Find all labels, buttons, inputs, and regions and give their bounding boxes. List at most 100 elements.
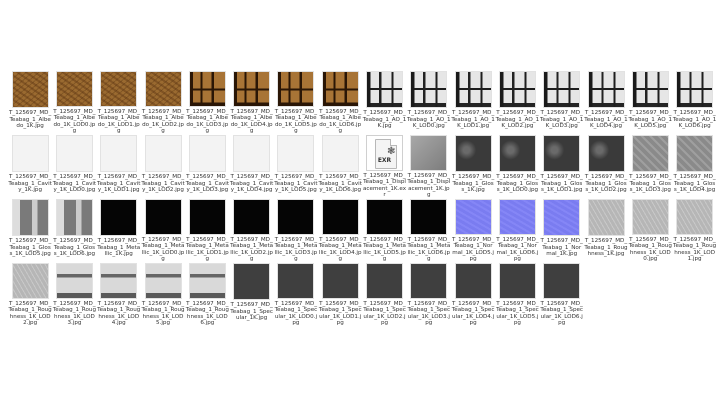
file-thumbnail[interactable]	[144, 135, 182, 172]
file-thumbnail[interactable]	[55, 71, 93, 107]
file-thumbnail[interactable]	[366, 71, 404, 108]
file-item[interactable]: T_125697_MD_Teabag_1_Roughness_1K_LOD2.j…	[8, 263, 52, 327]
file-item[interactable]: T_125697_MD_Teabag_1_Albedo_1K_LOD2.jpg	[141, 71, 185, 135]
file-item[interactable]: ❃ EXR T_125697_MD_Teabag_1_Displacement_1K…	[362, 135, 406, 199]
file-item[interactable]: T_125697_MD_Teabag_1_Specular_1K_LOD4.jp…	[451, 263, 495, 327]
file-thumbnail[interactable]	[11, 71, 49, 108]
file-item[interactable]: T_125697_MD_Teabag_1_Roughness_1K_LOD3.j…	[52, 263, 96, 327]
file-item[interactable]: T_125697_MD_Teabag_1_Cavity_1K_LOD3.jpg	[185, 135, 229, 199]
file-item[interactable]: T_125697_MD_Teabag_1_Metallic_1K_LOD3.jp…	[274, 199, 318, 263]
file-item[interactable]: T_125697_MD_Teabag_1_Albedo_1K_LOD0.jpg	[52, 71, 96, 135]
file-item[interactable]: T_125697_MD_Teabag_1_Metallic_1K_LOD5.jp…	[362, 199, 406, 263]
file-thumbnail[interactable]	[676, 199, 714, 235]
file-thumbnail[interactable]	[587, 199, 625, 236]
file-item[interactable]: T_125697_MD_Teabag_1_Specular_1K_LOD0.jp…	[274, 263, 318, 327]
file-item[interactable]: T_125697_MD_Teabag_1_Cavity_1K.jpg	[8, 135, 52, 199]
file-thumbnail[interactable]	[233, 135, 271, 172]
file-item[interactable]: T_125697_MD_Teabag_1_AO_1K_LOD4.jpg	[584, 71, 628, 135]
file-thumbnail[interactable]	[11, 135, 49, 172]
file-item[interactable]: T_125697_MD_Teabag_1_AO_1K.jpg	[362, 71, 406, 135]
file-item[interactable]: T_125697_MD_Teabag_1_AO_1K_LOD0.jpg	[407, 71, 451, 135]
file-thumbnail[interactable]	[498, 199, 536, 235]
file-thumbnail[interactable]	[11, 199, 49, 236]
file-item[interactable]: T_125697_MD_Teabag_1_Specular_1K_LOD6.jp…	[540, 263, 584, 327]
file-item[interactable]: T_125697_MD_Teabag_1_Albedo_1K_LOD4.jpg	[229, 71, 273, 135]
file-item[interactable]: T_125697_MD_Teabag_1_Specular_1K_LOD1.jp…	[318, 263, 362, 327]
file-item[interactable]: T_125697_MD_Teabag_1_Gloss_1K_LOD1.jpg	[540, 135, 584, 199]
file-thumbnail[interactable]	[321, 263, 359, 299]
file-item[interactable]: T_125697_MD_Teabag_1_AO_1K_LOD3.jpg	[540, 71, 584, 135]
file-item[interactable]: T_125697_MD_Teabag_1_Metallic_1K_LOD0.jp…	[141, 199, 185, 263]
file-thumbnail[interactable]	[100, 135, 138, 172]
file-item[interactable]: T_125697_MD_Teabag_1_Albedo_1K_LOD5.jpg	[274, 71, 318, 135]
file-thumbnail[interactable]	[543, 263, 581, 299]
file-item[interactable]: T_125697_MD_Teabag_1_Displacement_1K.jpg	[407, 135, 451, 199]
file-item[interactable]: T_125697_MD_Teabag_1_Cavity_1K_LOD6.jpg	[318, 135, 362, 199]
file-thumbnail[interactable]	[144, 199, 182, 235]
file-thumbnail[interactable]	[100, 199, 138, 236]
file-thumbnail[interactable]	[454, 71, 492, 108]
file-thumbnail[interactable]	[233, 263, 271, 300]
file-item[interactable]: T_125697_MD_Teabag_1_Roughness_1K_LOD4.j…	[97, 263, 141, 327]
file-item[interactable]: T_125697_MD_Teabag_1_AO_1K_LOD5.jpg	[628, 71, 672, 135]
file-thumbnail[interactable]	[410, 135, 448, 171]
file-thumbnail[interactable]	[277, 135, 315, 172]
file-item[interactable]: T_125697_MD_Teabag_1_Roughness_1K_LOD0.j…	[628, 199, 672, 263]
file-thumbnail[interactable]	[277, 71, 315, 107]
file-thumbnail[interactable]	[233, 199, 271, 235]
file-thumbnail[interactable]	[188, 263, 226, 299]
file-item[interactable]: T_125697_MD_Teabag_1_Specular_1K_LOD3.jp…	[407, 263, 451, 327]
file-thumbnail[interactable]	[498, 263, 536, 299]
file-item[interactable]: T_125697_MD_Teabag_1_AO_1K_LOD2.jpg	[495, 71, 539, 135]
file-item[interactable]: T_125697_MD_Teabag_1_Gloss_1K.jpg	[451, 135, 495, 199]
file-thumbnail[interactable]	[100, 263, 138, 299]
file-item[interactable]: T_125697_MD_Teabag_1_Metallic_1K_LOD4.jp…	[318, 199, 362, 263]
file-thumbnail[interactable]	[676, 71, 714, 108]
file-thumbnail[interactable]	[498, 135, 536, 172]
file-thumbnail[interactable]	[188, 135, 226, 172]
file-thumbnail[interactable]	[233, 71, 271, 107]
file-thumbnail[interactable]	[277, 263, 315, 299]
file-thumbnail[interactable]	[454, 135, 492, 172]
file-thumbnail[interactable]	[321, 71, 359, 107]
file-thumbnail[interactable]	[55, 199, 93, 236]
file-thumbnail[interactable]	[587, 71, 625, 108]
file-item[interactable]: T_125697_MD_Teabag_1_Cavity_1K_LOD1.jpg	[97, 135, 141, 199]
file-thumbnail[interactable]	[454, 199, 492, 235]
file-thumbnail[interactable]	[498, 71, 536, 108]
file-item[interactable]: T_125697_MD_Teabag_1_Gloss_1K_LOD6.jpg	[52, 199, 96, 263]
file-thumbnail[interactable]	[454, 263, 492, 299]
file-thumbnail[interactable]	[277, 199, 315, 235]
file-thumbnail[interactable]	[188, 71, 226, 107]
file-thumbnail[interactable]	[144, 263, 182, 299]
file-item[interactable]: T_125697_MD_Teabag_1_Albedo_1K_LOD1.jpg	[97, 71, 141, 135]
file-thumbnail[interactable]	[631, 135, 669, 172]
file-thumbnail[interactable]: ❃ EXR	[366, 135, 404, 171]
file-item[interactable]: T_125697_MD_Teabag_1_AO_1K_LOD1.jpg	[451, 71, 495, 135]
file-thumbnail[interactable]	[631, 71, 669, 108]
file-item[interactable]: T_125697_MD_Teabag_1_Albedo_1K_LOD6.jpg	[318, 71, 362, 135]
file-item[interactable]: T_125697_MD_Teabag_1_Cavity_1K_LOD0.jpg	[52, 135, 96, 199]
file-item[interactable]: T_125697_MD_Teabag_1_Specular_1K_LOD5.jp…	[495, 263, 539, 327]
file-item[interactable]: T_125697_MD_Teabag_1_Normal_1K_LOD6.jpg	[495, 199, 539, 263]
file-thumbnail[interactable]	[11, 263, 49, 299]
file-item[interactable]: T_125697_MD_Teabag_1_Metallic_1K_LOD1.jp…	[185, 199, 229, 263]
file-thumbnail[interactable]	[543, 71, 581, 108]
file-thumbnail[interactable]	[543, 199, 581, 236]
file-thumbnail[interactable]	[410, 263, 448, 299]
file-thumbnail[interactable]	[631, 199, 669, 235]
file-thumbnail[interactable]	[55, 263, 93, 299]
file-item[interactable]: T_125697_MD_Teabag_1_Roughness_1K_LOD5.j…	[141, 263, 185, 327]
file-thumbnail[interactable]	[587, 135, 625, 172]
file-thumbnail[interactable]	[366, 263, 404, 299]
file-thumbnail[interactable]	[144, 71, 182, 107]
file-item[interactable]: T_125697_MD_Teabag_1_Metallic_1K_LOD6.jp…	[407, 199, 451, 263]
file-thumbnail[interactable]	[366, 199, 404, 235]
file-item[interactable]: T_125697_MD_Teabag_1_Roughness_1K.jpg	[584, 199, 628, 263]
file-item[interactable]: T_125697_MD_Teabag_1_Roughness_1K_LOD1.j…	[672, 199, 716, 263]
file-item[interactable]: T_125697_MD_Teabag_1_Cavity_1K_LOD5.jpg	[274, 135, 318, 199]
file-item[interactable]: T_125697_MD_Teabag_1_Metallic_1K.jpg	[97, 199, 141, 263]
file-item[interactable]: T_125697_MD_Teabag_1_Albedo_1K.jpg	[8, 71, 52, 135]
file-item[interactable]: T_125697_MD_Teabag_1_Roughness_1K_LOD6.j…	[185, 263, 229, 327]
file-item[interactable]: T_125697_MD_Teabag_1_AO_1K_LOD6.jpg	[672, 71, 716, 135]
